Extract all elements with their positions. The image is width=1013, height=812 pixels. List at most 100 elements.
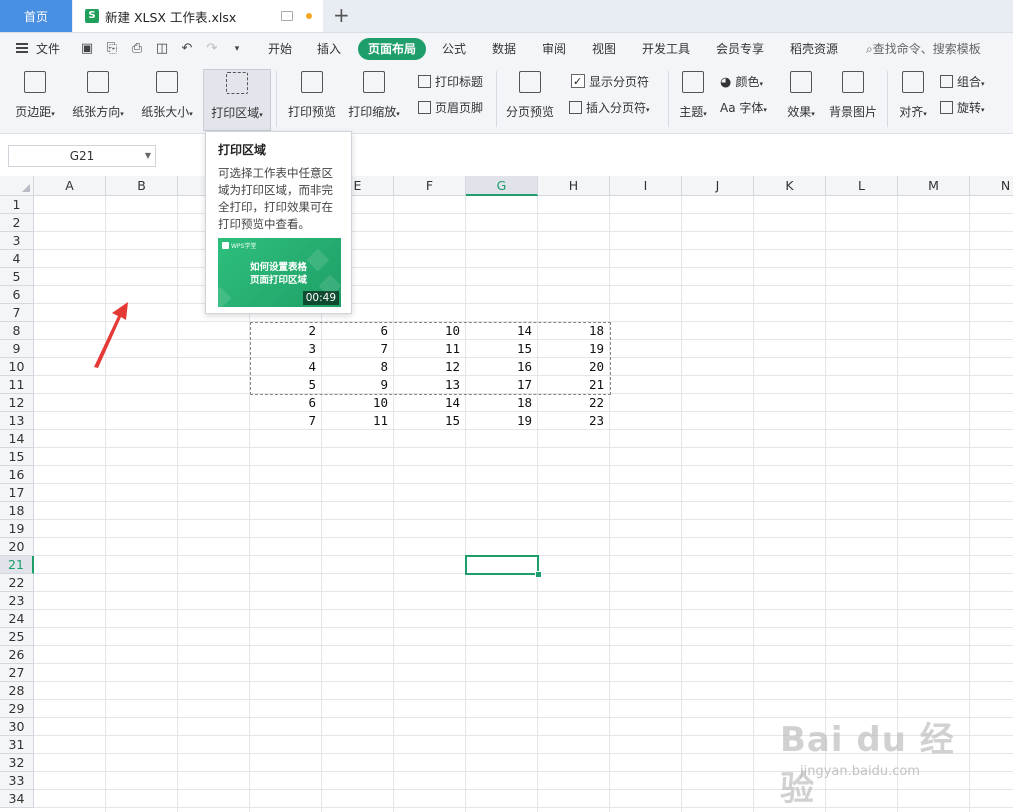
tab-formula[interactable]: 公式	[442, 33, 466, 65]
column-header-a[interactable]: A	[34, 176, 106, 196]
hamburger-icon[interactable]	[16, 43, 28, 53]
row-header-26[interactable]: 26	[0, 646, 34, 664]
active-cell[interactable]	[465, 555, 539, 575]
select-all-corner[interactable]	[0, 176, 34, 196]
cell-value[interactable]: 6	[250, 394, 316, 412]
column-header-n[interactable]: N	[970, 176, 1013, 196]
row-header-33[interactable]: 33	[0, 772, 34, 790]
row-header-34[interactable]: 34	[0, 790, 34, 808]
print-preview-button[interactable]: 打印预览	[284, 69, 340, 129]
row-header-7[interactable]: 7	[0, 304, 34, 322]
chevron-down-icon[interactable]: ▾	[230, 42, 244, 56]
column-header-i[interactable]: I	[610, 176, 682, 196]
tutorial-video-thumbnail[interactable]: WPS学堂 如何设置表格 页面打印区域 00:49	[218, 238, 341, 307]
row-header-17[interactable]: 17	[0, 484, 34, 502]
monitor-icon[interactable]	[281, 11, 293, 21]
row-header-15[interactable]: 15	[0, 448, 34, 466]
cell-value[interactable]: 23	[538, 412, 604, 430]
paper-size-button[interactable]: 纸张大小▾	[137, 69, 197, 129]
save-icon[interactable]: ▣	[80, 42, 94, 56]
row-header-3[interactable]: 3	[0, 232, 34, 250]
column-header-h[interactable]: H	[538, 176, 610, 196]
row-header-5[interactable]: 5	[0, 268, 34, 286]
fill-handle[interactable]	[535, 571, 542, 578]
print-icon[interactable]: ⎙	[130, 42, 144, 56]
cell-value[interactable]: 22	[538, 394, 604, 412]
row-header-29[interactable]: 29	[0, 700, 34, 718]
tab-docer[interactable]: 稻壳资源	[790, 33, 838, 65]
row-header-14[interactable]: 14	[0, 430, 34, 448]
row-header-6[interactable]: 6	[0, 286, 34, 304]
column-header-k[interactable]: K	[754, 176, 826, 196]
row-header-11[interactable]: 11	[0, 376, 34, 394]
menu-file[interactable]: 文件	[36, 33, 60, 65]
theme-button[interactable]: 主题▾	[675, 69, 711, 129]
tab-view[interactable]: 视图	[592, 33, 616, 65]
export-icon[interactable]: ⎘	[105, 42, 119, 56]
row-header-12[interactable]: 12	[0, 394, 34, 412]
margins-button[interactable]: 页边距▾	[10, 69, 60, 129]
print-scale-button[interactable]: 打印缩放▾	[344, 69, 404, 129]
row-header-9[interactable]: 9	[0, 340, 34, 358]
column-header-b[interactable]: B	[106, 176, 178, 196]
print-titles-button[interactable]: 打印标题	[418, 72, 483, 92]
header-footer-button[interactable]: 页眉页脚	[418, 98, 483, 118]
row-header-13[interactable]: 13	[0, 412, 34, 430]
tab-document[interactable]: S 新建 XLSX 工作表.xlsx	[73, 0, 323, 32]
name-box[interactable]: G21 ▼	[8, 145, 156, 167]
row-header-18[interactable]: 18	[0, 502, 34, 520]
row-header-19[interactable]: 19	[0, 520, 34, 538]
background-image-button[interactable]: 背景图片	[826, 69, 880, 129]
row-header-2[interactable]: 2	[0, 214, 34, 232]
chevron-down-icon[interactable]: ▼	[145, 146, 151, 166]
group-button[interactable]: 组合▾	[940, 72, 985, 92]
row-header-22[interactable]: 22	[0, 574, 34, 592]
row-header-1[interactable]: 1	[0, 196, 34, 214]
row-header-10[interactable]: 10	[0, 358, 34, 376]
fonts-button[interactable]: Aa 字体▾	[720, 98, 767, 118]
row-header-21[interactable]: 21	[0, 556, 34, 574]
row-header-16[interactable]: 16	[0, 466, 34, 484]
column-header-m[interactable]: M	[898, 176, 970, 196]
undo-icon[interactable]: ↶	[180, 42, 194, 56]
search-input[interactable]: ⌕查找命令、搜索模板	[866, 33, 981, 65]
show-page-breaks-checkbox[interactable]: 显示分页符	[571, 72, 649, 92]
align-button[interactable]: 对齐▾	[895, 69, 931, 129]
column-header-g[interactable]: G	[466, 176, 538, 196]
rotate-button[interactable]: 旋转▾	[940, 98, 985, 118]
tab-home[interactable]: 首页	[0, 0, 72, 32]
insert-page-break-button[interactable]: 插入分页符▾	[569, 98, 650, 118]
cell-value[interactable]: 15	[394, 412, 460, 430]
preview-icon[interactable]: ◫	[155, 42, 169, 56]
row-header-31[interactable]: 31	[0, 736, 34, 754]
tab-review[interactable]: 审阅	[542, 33, 566, 65]
orientation-button[interactable]: 纸张方向▾	[68, 69, 128, 129]
tab-data[interactable]: 数据	[492, 33, 516, 65]
cell-value[interactable]: 7	[250, 412, 316, 430]
row-header-30[interactable]: 30	[0, 718, 34, 736]
print-area-button[interactable]: 打印区域▾	[203, 69, 271, 131]
cell-value[interactable]: 18	[466, 394, 532, 412]
tab-developer[interactable]: 开发工具	[642, 33, 690, 65]
row-header-8[interactable]: 8	[0, 322, 34, 340]
cell-value[interactable]: 19	[466, 412, 532, 430]
colors-button[interactable]: ◕ 颜色▾	[720, 72, 763, 92]
page-break-preview-button[interactable]: 分页预览	[503, 69, 557, 129]
row-header-27[interactable]: 27	[0, 664, 34, 682]
row-header-20[interactable]: 20	[0, 538, 34, 556]
row-header-25[interactable]: 25	[0, 628, 34, 646]
effects-button[interactable]: 效果▾	[782, 69, 820, 129]
tab-insert[interactable]: 插入	[317, 33, 341, 65]
row-header-32[interactable]: 32	[0, 754, 34, 772]
tab-member[interactable]: 会员专享	[716, 33, 764, 65]
row-header-23[interactable]: 23	[0, 592, 34, 610]
redo-icon[interactable]: ↷	[205, 42, 219, 56]
column-header-f[interactable]: F	[394, 176, 466, 196]
column-header-l[interactable]: L	[826, 176, 898, 196]
row-header-28[interactable]: 28	[0, 682, 34, 700]
cell-value[interactable]: 14	[394, 394, 460, 412]
tab-start[interactable]: 开始	[268, 33, 292, 65]
tab-page-layout[interactable]: 页面布局	[358, 38, 427, 60]
column-header-j[interactable]: J	[682, 176, 754, 196]
row-header-24[interactable]: 24	[0, 610, 34, 628]
